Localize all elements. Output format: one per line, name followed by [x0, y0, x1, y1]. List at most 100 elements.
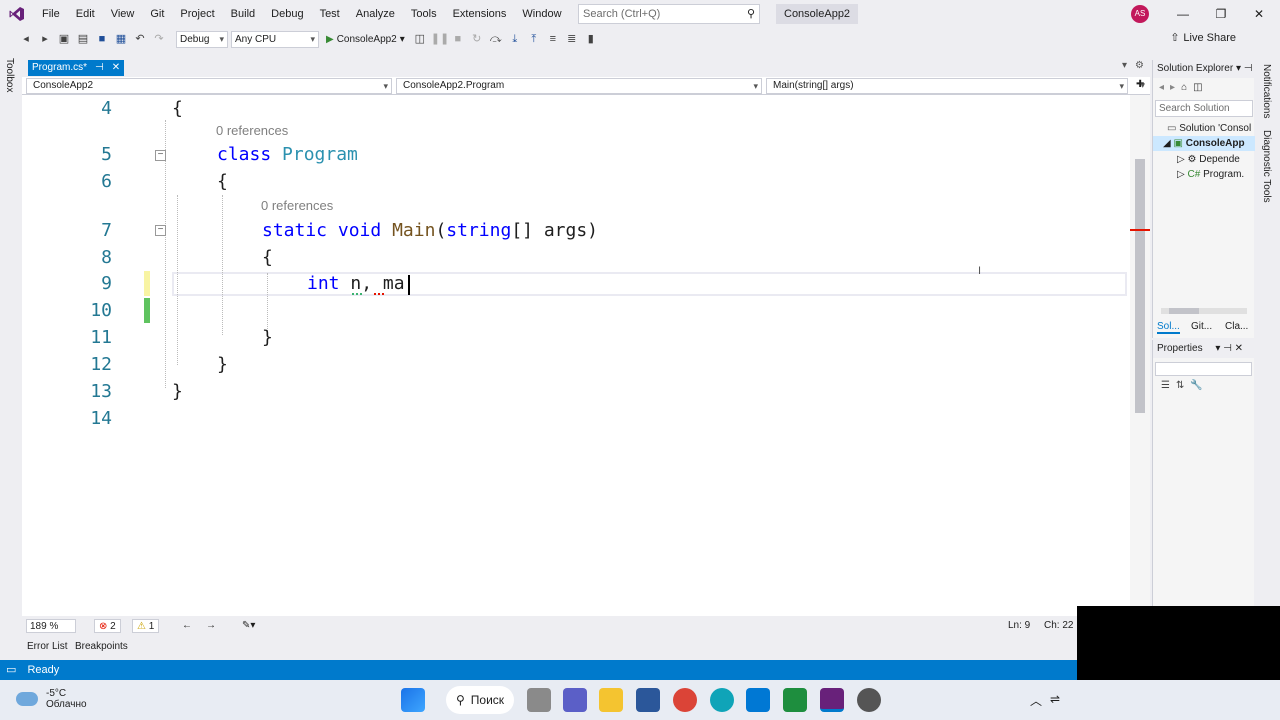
- column-indicator[interactable]: Ch: 22: [1044, 619, 1073, 633]
- file-explorer-icon[interactable]: [599, 688, 623, 712]
- menu-extensions[interactable]: Extensions: [445, 0, 515, 28]
- menu-file[interactable]: File: [34, 0, 68, 28]
- menu-git[interactable]: Git: [142, 0, 172, 28]
- tree-item-project[interactable]: ◢ ▣ ConsoleApp: [1153, 136, 1255, 151]
- menu-window[interactable]: Window: [514, 0, 569, 28]
- project-dropdown[interactable]: ConsoleApp2: [26, 78, 392, 94]
- menu-test[interactable]: Test: [312, 0, 348, 28]
- editor-scrollbar[interactable]: [1130, 95, 1150, 616]
- uncomment-icon[interactable]: ≣: [564, 31, 580, 47]
- forward-icon[interactable]: ▸: [1170, 82, 1181, 93]
- edge-icon[interactable]: [710, 688, 734, 712]
- step-out-icon[interactable]: ⤒: [526, 31, 542, 47]
- menu-analyze[interactable]: Analyze: [348, 0, 403, 28]
- tab-dropdown-icon[interactable]: ▾: [1122, 60, 1127, 76]
- panel-close-icon[interactable]: ✕: [1235, 343, 1243, 354]
- bookmark-icon[interactable]: ▮: [583, 31, 599, 47]
- task-view-icon[interactable]: [527, 688, 551, 712]
- member-dropdown[interactable]: Main(string[] args): [766, 78, 1128, 94]
- tab-close-icon[interactable]: ✕: [112, 60, 120, 76]
- save-all-icon[interactable]: ▦: [113, 31, 129, 47]
- live-share-button[interactable]: ⇧ Live Share: [1170, 31, 1236, 45]
- menu-edit[interactable]: Edit: [68, 0, 103, 28]
- alphabetical-icon[interactable]: ⇅: [1176, 380, 1190, 391]
- codelens-references[interactable]: 0 references: [216, 123, 288, 138]
- close-icon[interactable]: ✕: [1240, 0, 1278, 28]
- restart-icon[interactable]: ↻: [469, 31, 485, 47]
- toolbox-strip[interactable]: Toolbox: [0, 50, 22, 660]
- forward-icon[interactable]: ▸: [37, 31, 53, 47]
- panel-dropdown-icon[interactable]: ▾: [1215, 343, 1220, 354]
- class-dropdown[interactable]: ConsoleApp2.Program: [396, 78, 762, 94]
- settings-icon[interactable]: [857, 688, 881, 712]
- weather-widget[interactable]: -5°C Облачно: [16, 688, 87, 710]
- tab-class-view[interactable]: Cla...: [1225, 321, 1248, 332]
- step-over-icon[interactable]: ⤼: [488, 31, 504, 47]
- browser-link-icon[interactable]: ◫: [412, 31, 428, 47]
- error-count-badge[interactable]: ⊗ 2: [94, 619, 121, 633]
- solution-search-input[interactable]: Search Solution: [1155, 100, 1253, 117]
- redo-icon[interactable]: ↷: [151, 31, 167, 47]
- tab-program-cs[interactable]: Program.cs* ⊣ ✕: [28, 60, 125, 76]
- tree-item-program[interactable]: ▷ C# Program.: [1177, 167, 1255, 182]
- avatar[interactable]: AS: [1131, 5, 1149, 23]
- visual-studio-taskbar-icon[interactable]: [820, 688, 844, 712]
- comment-icon[interactable]: ≡: [545, 31, 561, 47]
- next-issue-icon[interactable]: →: [206, 619, 216, 633]
- zoom-select[interactable]: 189 %: [26, 619, 76, 633]
- tab-breakpoints[interactable]: Breakpoints: [75, 641, 128, 652]
- split-icon[interactable]: ✚: [1130, 78, 1148, 94]
- back-icon[interactable]: ◂: [18, 31, 34, 47]
- menu-debug[interactable]: Debug: [263, 0, 311, 28]
- panel-pin-icon[interactable]: ⊣: [1223, 343, 1232, 354]
- open-folder-icon[interactable]: ▤: [75, 31, 91, 47]
- home-icon[interactable]: ⌂: [1181, 82, 1193, 93]
- notifications-tab[interactable]: Notifications: [1261, 64, 1272, 118]
- menu-build[interactable]: Build: [223, 0, 263, 28]
- step-into-icon[interactable]: ⤓: [507, 31, 523, 47]
- code-editor[interactable]: − − 4 { 0 references 5 class Program 6 {…: [22, 95, 1130, 616]
- settings-icon[interactable]: ⚙: [1135, 60, 1144, 76]
- configuration-select[interactable]: Debug: [176, 30, 228, 48]
- pause-icon[interactable]: ❚❚: [431, 31, 449, 47]
- save-icon[interactable]: ■: [94, 31, 110, 47]
- menu-project[interactable]: Project: [172, 0, 222, 28]
- switch-views-icon[interactable]: ◫: [1193, 82, 1208, 93]
- minimize-icon[interactable]: —: [1164, 0, 1202, 28]
- search-input[interactable]: Search (Ctrl+Q) ⚲: [578, 4, 760, 24]
- categorized-icon[interactable]: ☰: [1161, 380, 1176, 391]
- menu-view[interactable]: View: [103, 0, 143, 28]
- chrome-icon[interactable]: [673, 688, 697, 712]
- start-icon[interactable]: [401, 688, 425, 712]
- taskbar-search[interactable]: ⚲ Поиск: [446, 686, 515, 714]
- tab-error-list[interactable]: Error List: [27, 641, 68, 652]
- code-cleanup-icon[interactable]: ✎▾: [242, 619, 255, 633]
- warning-count-badge[interactable]: ⚠ 1: [132, 619, 160, 633]
- line-indicator[interactable]: Ln: 9: [1008, 619, 1030, 633]
- maximize-icon[interactable]: ❐: [1202, 0, 1240, 28]
- teams-chat-icon[interactable]: [563, 688, 587, 712]
- codelens-references[interactable]: 0 references: [261, 198, 333, 213]
- undo-icon[interactable]: ↶: [132, 31, 148, 47]
- mail-icon[interactable]: [746, 688, 770, 712]
- tab-solution[interactable]: Sol...: [1157, 321, 1180, 334]
- properties-object-select[interactable]: [1155, 362, 1252, 376]
- menu-tools[interactable]: Tools: [403, 0, 445, 28]
- tree-item-dependencies[interactable]: ▷ ⚙ Depende: [1177, 152, 1255, 167]
- scrollbar-thumb[interactable]: [1135, 159, 1145, 413]
- new-project-icon[interactable]: ▣: [56, 31, 72, 47]
- platform-select[interactable]: Any CPU: [231, 30, 319, 48]
- scrollbar-thumb[interactable]: [1169, 308, 1199, 314]
- stop-icon[interactable]: ■: [450, 31, 466, 47]
- back-icon[interactable]: ◂: [1159, 82, 1170, 93]
- panel-dropdown-icon[interactable]: ▾: [1236, 63, 1241, 74]
- tree-item-solution[interactable]: ▭ Solution 'Consol: [1167, 121, 1253, 136]
- tab-git-changes[interactable]: Git...: [1191, 321, 1212, 332]
- horizontal-scrollbar[interactable]: [1161, 308, 1247, 314]
- panel-pin-icon[interactable]: ⊣: [1244, 63, 1253, 74]
- prev-issue-icon[interactable]: ←: [182, 619, 192, 633]
- tray-chevron-icon[interactable]: ︿: [1030, 692, 1042, 709]
- network-icon[interactable]: ⇌: [1050, 692, 1060, 706]
- word-icon[interactable]: [636, 688, 660, 712]
- start-debugging-button[interactable]: ▶ ConsoleApp2 ▾: [322, 34, 409, 45]
